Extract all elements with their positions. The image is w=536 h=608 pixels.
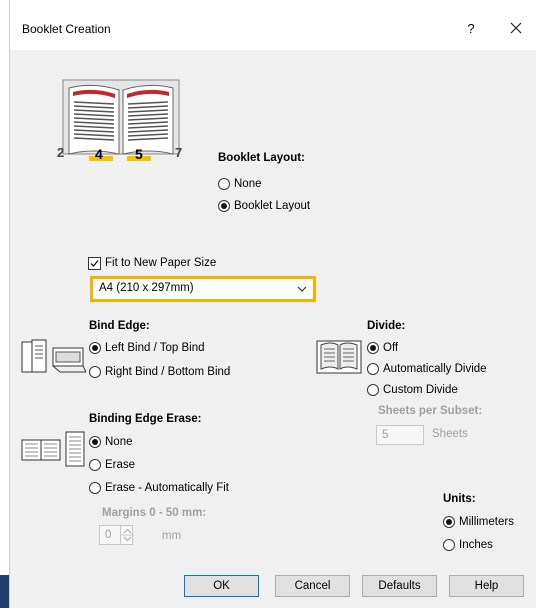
radio-label: Millimeters — [459, 516, 514, 528]
sheets-value: 5 — [382, 429, 389, 441]
radio-label: Custom Divide — [383, 384, 458, 396]
sheets-per-subset-label: Sheets per Subset: — [378, 405, 483, 417]
units-millimeters-radio[interactable]: Millimeters — [443, 514, 514, 530]
radio-indicator[interactable] — [443, 539, 455, 551]
radio-label: Booklet Layout — [234, 200, 311, 212]
divide-icon — [315, 337, 365, 377]
erase-none-radio[interactable]: None — [89, 434, 133, 450]
preview-page-4: 4 — [95, 146, 103, 162]
checkbox-label: Fit to New Paper Size — [105, 257, 217, 269]
spin-buttons[interactable] — [120, 526, 134, 544]
right-bind-radio[interactable]: Right Bind / Bottom Bind — [89, 364, 230, 380]
preview-page-5: 5 — [135, 146, 143, 162]
title-bar: Booklet Creation ? — [10, 0, 536, 50]
booklet-layout-booklet-radio[interactable]: Booklet Layout — [218, 198, 310, 214]
binding-edge-erase-heading: Binding Edge Erase: — [89, 413, 202, 425]
radio-label: None — [234, 178, 262, 190]
booklet-creation-dialog: Booklet Creation ? 2 4 5 7 Booklet Layou… — [9, 0, 536, 608]
divide-automatic-radio[interactable]: Automatically Divide — [367, 361, 487, 377]
radio-label: Erase - Automatically Fit — [105, 482, 229, 494]
radio-label: Right Bind / Bottom Bind — [105, 366, 231, 378]
radio-label: Off — [383, 342, 399, 354]
radio-label: None — [105, 436, 133, 448]
radio-label: Inches — [459, 539, 493, 551]
radio-indicator[interactable] — [89, 482, 101, 494]
erase-auto-fit-radio[interactable]: Erase - Automatically Fit — [89, 480, 229, 496]
sheets-unit-label: Sheets — [432, 428, 468, 440]
paper-size-select[interactable]: A4 (210 x 297mm) — [90, 276, 316, 302]
radio-indicator[interactable] — [89, 342, 101, 354]
cancel-button[interactable]: Cancel — [275, 575, 350, 597]
divide-heading: Divide: — [367, 320, 406, 332]
bind-edge-heading: Bind Edge: — [89, 320, 150, 332]
fit-to-new-paper-size-checkbox[interactable]: Fit to New Paper Size — [88, 255, 216, 271]
booklet-layout-heading: Booklet Layout: — [218, 152, 305, 164]
divide-off-radio[interactable]: Off — [367, 340, 398, 356]
help-icon[interactable]: ? — [460, 17, 482, 41]
preview-page-2: 2 — [57, 145, 65, 160]
erase-radio[interactable]: Erase — [89, 457, 135, 473]
margins-label: Margins 0 - 50 mm: — [102, 507, 207, 519]
preview-page-7: 7 — [175, 145, 183, 160]
sheets-per-subset-input[interactable]: 5 — [376, 425, 424, 445]
ok-button[interactable]: OK — [184, 575, 259, 597]
units-inches-radio[interactable]: Inches — [443, 537, 493, 553]
margin-value: 0 — [105, 529, 112, 541]
paper-size-value: A4 (210 x 297mm) — [99, 282, 194, 294]
radio-indicator[interactable] — [89, 366, 101, 378]
help-button[interactable]: Help — [449, 575, 524, 597]
margin-stepper[interactable]: 0 — [99, 525, 134, 545]
booklet-preview-image: 2 4 5 7 — [57, 78, 185, 172]
defaults-button[interactable]: Defaults — [362, 575, 437, 597]
divide-custom-radio[interactable]: Custom Divide — [367, 382, 458, 398]
radio-indicator[interactable] — [89, 459, 101, 471]
radio-indicator[interactable] — [218, 178, 230, 190]
left-bind-radio[interactable]: Left Bind / Top Bind — [89, 340, 205, 356]
checkbox-indicator[interactable] — [88, 256, 101, 270]
radio-indicator[interactable] — [218, 200, 230, 212]
margin-unit-label: mm — [162, 530, 182, 542]
radio-label: Automatically Divide — [383, 363, 487, 375]
units-heading: Units: — [443, 493, 476, 505]
close-icon[interactable] — [504, 16, 528, 40]
radio-indicator[interactable] — [367, 384, 379, 396]
radio-indicator[interactable] — [89, 436, 101, 448]
radio-indicator[interactable] — [443, 516, 455, 528]
chevron-down-icon[interactable] — [296, 283, 308, 298]
bind-edge-icon — [20, 338, 88, 376]
background-window-edge — [0, 575, 9, 608]
radio-label: Left Bind / Top Bind — [105, 342, 205, 354]
radio-indicator[interactable] — [367, 342, 379, 354]
dialog-title: Booklet Creation — [22, 22, 111, 36]
booklet-layout-none-radio[interactable]: None — [218, 176, 262, 192]
binding-edge-erase-icon — [20, 430, 88, 468]
radio-indicator[interactable] — [367, 363, 379, 375]
radio-label: Erase — [105, 459, 136, 471]
